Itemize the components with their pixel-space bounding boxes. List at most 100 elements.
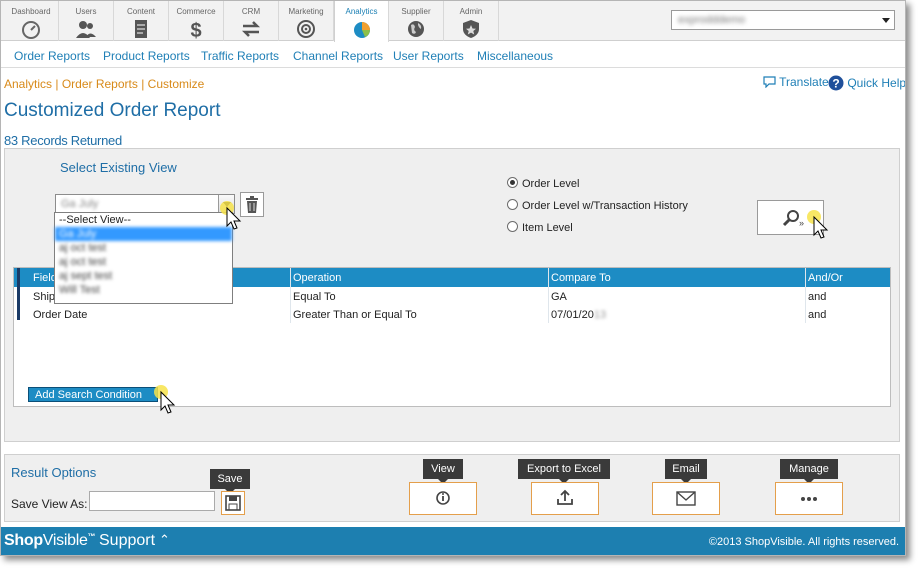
module-supplier[interactable]: Supplier	[389, 1, 444, 41]
chevron-up-icon[interactable]: ⌃	[159, 532, 170, 548]
cursor-highlight-icon	[154, 385, 176, 414]
arrows-icon	[241, 21, 261, 37]
save-button[interactable]	[221, 491, 245, 515]
gauge-icon	[22, 21, 40, 39]
module-bar: Dashboard Users Content Commerce $ CRM M…	[1, 1, 905, 42]
breadcrumb-separator: |	[137, 77, 148, 91]
page-title: Customized Order Report	[4, 100, 221, 121]
report-nav: Order Reports Product Reports Traffic Re…	[1, 41, 905, 68]
nav-channel-reports[interactable]: Channel Reports	[293, 49, 383, 63]
view-options-list: --Select View-- Ga July aj oct test aj o…	[54, 212, 233, 304]
save-view-input[interactable]	[89, 491, 215, 511]
module-label: Dashboard	[11, 7, 51, 16]
column-header-operation: Operation	[293, 272, 342, 284]
view-option[interactable]: --Select View--	[55, 213, 232, 227]
module-label: Analytics	[345, 7, 378, 16]
speech-bubble-icon	[763, 76, 776, 89]
module-admin[interactable]: Admin	[444, 1, 499, 41]
result-options-title: Result Options	[11, 465, 97, 480]
cell-compare: 07/01/2013	[551, 309, 607, 321]
floppy-disk-icon	[225, 495, 241, 511]
upload-icon	[557, 489, 573, 505]
view-option[interactable]: aj sept test	[55, 269, 232, 283]
radio-order-level-transaction[interactable]: Order Level w/Transaction History	[507, 199, 688, 212]
cursor-highlight-icon	[807, 210, 829, 239]
svg-text:»: »	[799, 218, 804, 228]
radio-label: Item Level	[522, 222, 573, 234]
brand-logo: ShopVisible™	[4, 532, 96, 549]
nav-product-reports[interactable]: Product Reports	[103, 49, 190, 63]
globe-icon	[408, 21, 424, 37]
view-option[interactable]: aj oct test	[55, 241, 232, 255]
shield-icon	[463, 20, 479, 38]
column-header-compare-to: Compare To	[551, 272, 611, 284]
email-results-button[interactable]	[652, 482, 720, 515]
module-commerce[interactable]: Commerce $	[169, 1, 224, 41]
info-icon	[436, 491, 450, 505]
module-analytics[interactable]: Analytics	[334, 1, 389, 42]
module-label: Content	[126, 7, 156, 16]
svg-text:?: ?	[832, 77, 839, 91]
cell-operation: Greater Than or Equal To	[293, 309, 417, 321]
email-tooltip: Email	[665, 459, 707, 484]
cell-operation: Equal To	[293, 291, 336, 303]
save-view-label: Save View As:	[11, 497, 88, 511]
breadcrumb: Analytics | Order Reports | Customize	[4, 77, 204, 91]
nav-user-reports[interactable]: User Reports	[393, 49, 464, 63]
radio-label: Order Level w/Transaction History	[522, 200, 688, 212]
module-content[interactable]: Content	[114, 1, 169, 41]
cell-field: Order Date	[33, 309, 88, 321]
breadcrumb-customize: Customize	[147, 77, 205, 91]
question-icon: ?	[828, 75, 844, 91]
quick-help-link[interactable]: ? Quick Help	[828, 75, 906, 91]
nav-miscellaneous[interactable]: Miscellaneous	[477, 49, 553, 63]
view-option[interactable]: Will Test	[55, 283, 232, 297]
breadcrumb-order-reports[interactable]: Order Reports	[62, 77, 138, 91]
manage-views-button[interactable]	[775, 482, 843, 515]
target-icon	[297, 20, 315, 38]
support-link[interactable]: Support	[99, 532, 155, 550]
footer: ShopVisible™ Support ⌃ ©2013 ShopVisible…	[1, 527, 905, 555]
svg-text:$: $	[190, 20, 201, 39]
module-users[interactable]: Users	[59, 1, 114, 41]
cursor-highlight-icon	[220, 201, 242, 230]
users-icon	[76, 21, 96, 38]
export-excel-button[interactable]	[531, 482, 599, 515]
view-option[interactable]: aj oct test	[55, 255, 232, 269]
radio-item-level[interactable]: Item Level	[507, 221, 573, 234]
radio-unselected-icon	[507, 199, 518, 210]
nav-order-reports[interactable]: Order Reports	[14, 49, 90, 63]
account-select[interactable]: exprodddemo	[671, 10, 895, 30]
module-label: Supplier	[401, 7, 431, 16]
more-icon	[801, 497, 817, 501]
quick-help-label: Quick Help	[847, 76, 906, 90]
module-marketing[interactable]: Marketing	[279, 1, 334, 41]
translate-label: Translate	[779, 75, 829, 89]
view-select-value: Ga July	[61, 198, 99, 210]
radio-unselected-icon	[507, 221, 518, 232]
cell-and-or: and	[808, 309, 827, 321]
dollar-icon: $	[190, 20, 201, 39]
envelope-icon	[676, 491, 696, 506]
view-select[interactable]: Ga July	[55, 194, 235, 214]
breadcrumb-analytics[interactable]: Analytics	[4, 77, 52, 91]
view-results-button[interactable]	[409, 482, 477, 515]
nav-traffic-reports[interactable]: Traffic Reports	[201, 49, 279, 63]
account-select-value: exprodddemo	[678, 14, 746, 26]
module-crm[interactable]: CRM	[224, 1, 279, 41]
module-label: Admin	[459, 7, 483, 16]
radio-label: Order Level	[522, 178, 580, 190]
table-row[interactable]: Order Date Greater Than or Equal To 07/0…	[14, 307, 890, 324]
module-dashboard[interactable]: Dashboard	[4, 1, 59, 41]
select-view-title: Select Existing View	[60, 160, 177, 175]
translate-link[interactable]: Translate	[763, 75, 829, 89]
cell-compare: GA	[551, 291, 567, 303]
result-options-panel: Result Options Save View As: Save View E…	[4, 454, 900, 522]
module-label: Users	[75, 7, 97, 16]
view-tooltip: View	[423, 459, 463, 484]
view-option-selected[interactable]: Ga July	[55, 227, 232, 241]
radio-order-level[interactable]: Order Level	[507, 177, 579, 190]
module-label: CRM	[241, 7, 261, 16]
add-search-condition-button[interactable]: Add Search Condition	[28, 387, 158, 402]
radio-selected-icon	[507, 177, 518, 188]
